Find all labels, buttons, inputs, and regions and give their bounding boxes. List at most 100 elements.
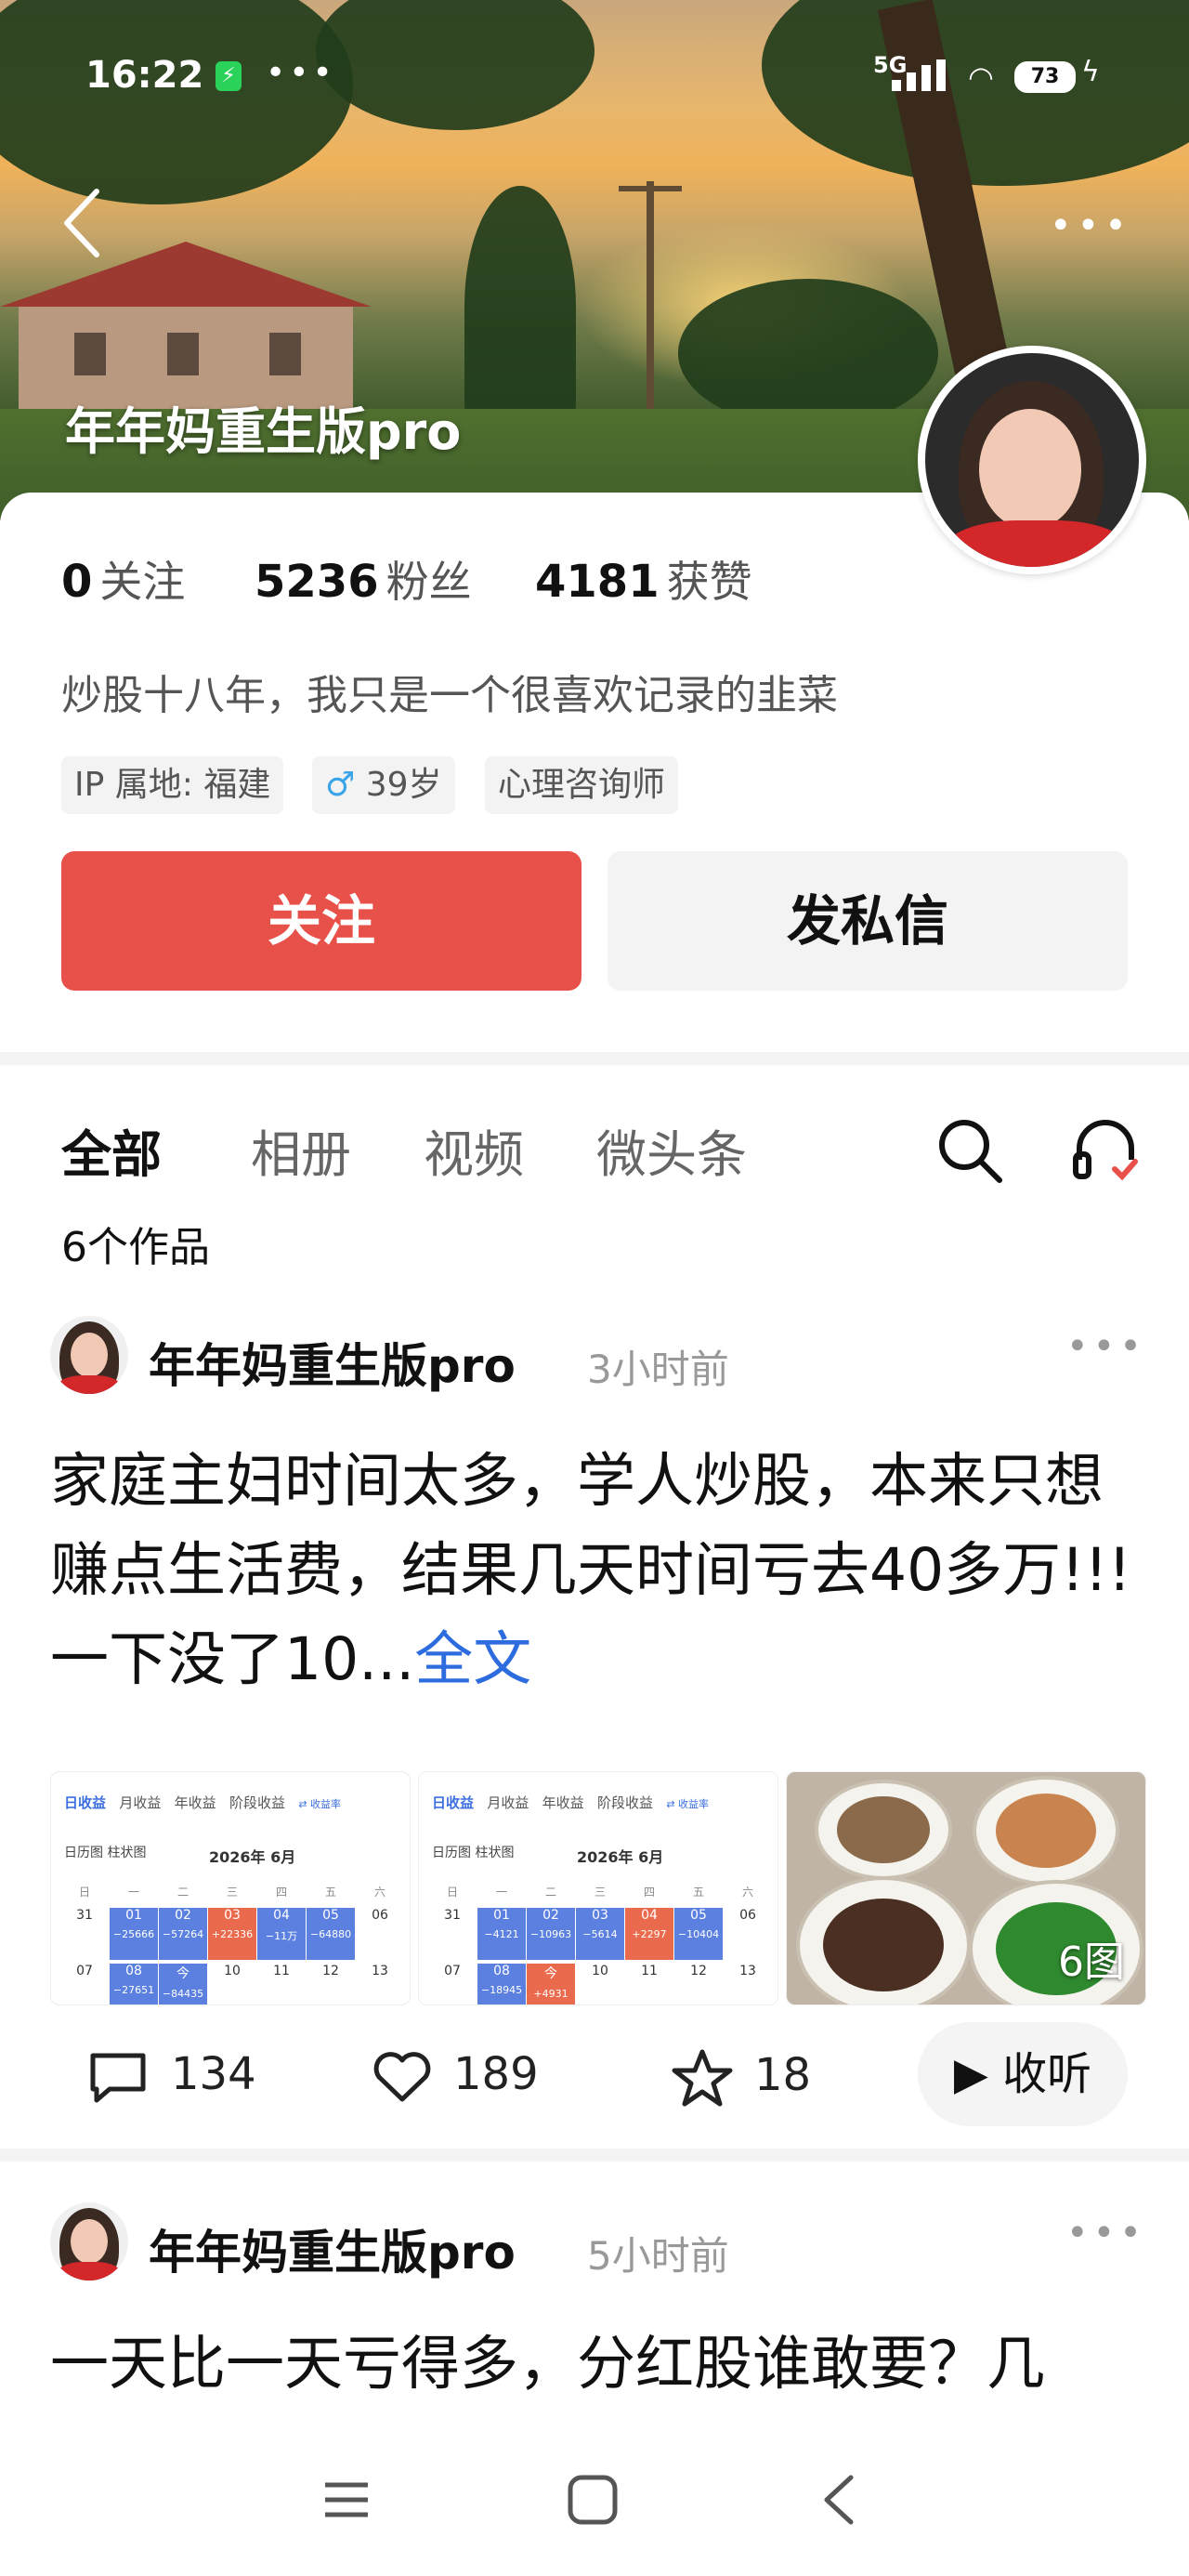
calendar-weekday: 五	[324, 1886, 336, 1899]
charging-icon: ⚡	[216, 61, 242, 91]
calendar-day: 05 −10404	[674, 1908, 723, 1960]
stat-fans[interactable]: 5236 粉丝	[255, 548, 472, 610]
status-time: 16:22	[85, 54, 204, 97]
calendar-day: 11	[641, 1964, 658, 1978]
calendar-day: 07	[76, 1964, 93, 1978]
calendar-day: 10	[592, 1964, 608, 1978]
calendar-day: 06	[372, 1908, 388, 1923]
food-plate	[973, 1776, 1119, 1886]
calendar-weekday: 五	[692, 1886, 704, 1899]
play-icon: ▶	[953, 2048, 988, 2100]
post-text[interactable]: 一天比一天亏得多，分红股谁敢要？几	[50, 2320, 1146, 2409]
status-bar: 16:22 ⚡ ••• 5G ◠ 73 ϟ	[0, 0, 1189, 149]
calendar-day: 03 +22336	[208, 1908, 256, 1960]
read-more-link[interactable]: 全文	[414, 1625, 531, 1693]
tab-video[interactable]: 视频	[424, 1113, 524, 1187]
food-plate	[815, 1780, 952, 1880]
calendar-weekday: 三	[226, 1886, 238, 1899]
day-pnl: −18945	[480, 1984, 523, 1996]
post-image-calendar-1[interactable]: 日收益 月收益 年收益 阶段收益 ⇄ 收益率 日历图 柱状图 2026年 6月 …	[50, 1771, 411, 2005]
calendar-weekday: 二	[176, 1886, 189, 1899]
post-author-name[interactable]: 年年妈重生版pro	[149, 1329, 516, 1396]
post-more-icon[interactable]: •••	[1066, 2212, 1146, 2254]
post-image-calendar-2[interactable]: 日收益 月收益 年收益 阶段收益 ⇄ 收益率 日历图 柱状图 2026年 6月 …	[418, 1771, 778, 2005]
tree-foliage	[464, 186, 576, 427]
profile-name-cover: 年年妈重生版pro	[65, 402, 462, 461]
stat-likes[interactable]: 4181 获赞	[535, 548, 752, 610]
back-arrow-icon[interactable]	[59, 186, 104, 260]
recent-apps-icon[interactable]	[321, 2472, 372, 2528]
image-count-badge: 6图	[1058, 1939, 1125, 1986]
post-body: 家庭主妇时间太多，学人炒股，本来只想赚点生活费，结果几天时间亏去40多万!!! …	[50, 1447, 1131, 1693]
post-time: 5小时前	[587, 2233, 729, 2279]
day-pnl: −10963	[529, 1928, 572, 1940]
calendar-weekday: 六	[373, 1886, 385, 1899]
tab-micro-headline[interactable]: 微头条	[596, 1113, 747, 1187]
calendar-weekday: 日	[446, 1886, 458, 1899]
wifi-icon: ◠	[968, 59, 994, 95]
calendar-day: 11	[273, 1964, 290, 1978]
signal-icon	[892, 59, 957, 91]
stat-following[interactable]: 0 关注	[61, 548, 185, 610]
calendar-tabs: 日收益 月收益 年收益 阶段收益 ⇄ 收益率	[432, 1794, 710, 1811]
listen-button[interactable]: ▶ 收听	[918, 2022, 1128, 2126]
day-pnl: −64880	[309, 1928, 352, 1940]
section-divider	[0, 1052, 1189, 1065]
favorite-button[interactable]: 18	[671, 2048, 811, 2108]
calendar-day: 12	[322, 1964, 339, 1978]
post-body: 一天比一天亏得多，分红股谁敢要？几	[50, 2330, 1045, 2398]
like-button[interactable]: 189	[372, 2048, 539, 2105]
calendar-day: 02 −10963	[527, 1908, 575, 1960]
headphones-icon[interactable]	[1068, 1111, 1143, 1186]
follow-button[interactable]: 关注	[61, 851, 581, 991]
post-image-food[interactable]: 6图	[786, 1771, 1146, 2005]
profile-avatar[interactable]	[918, 346, 1146, 574]
day-pnl: −25666	[112, 1928, 155, 1940]
day-pnl: −27651	[112, 1984, 155, 1996]
post-author-avatar[interactable]	[50, 1316, 128, 1394]
calendar-day: 01 −4121	[477, 1908, 526, 1960]
post-author-name[interactable]: 年年妈重生版pro	[149, 2215, 516, 2282]
day-pnl: −11万	[265, 1930, 298, 1942]
calendar-view-switch: 日历图 柱状图	[64, 1846, 147, 1860]
works-count: 6个作品	[61, 1224, 210, 1271]
age-tag: ♂ 39岁	[312, 756, 455, 814]
comment-icon	[90, 2053, 146, 2103]
calendar-day: 10	[224, 1964, 241, 1978]
listen-label: 收听	[1002, 2048, 1092, 2100]
profile-bio: 炒股十八年，我只是一个很喜欢记录的韭菜	[61, 672, 838, 719]
calendar-weekday: 四	[275, 1886, 287, 1899]
more-notifications-icon: •••	[266, 54, 336, 92]
calendar-day: 31	[444, 1908, 461, 1923]
nav-back-icon[interactable]	[817, 2472, 858, 2528]
stat-label: 获赞	[666, 557, 752, 607]
calendar-weekday: 一	[127, 1886, 139, 1899]
more-options-icon[interactable]: •••	[1050, 204, 1132, 247]
comment-button[interactable]: 134	[85, 2048, 256, 2106]
food-plate	[796, 1876, 971, 2004]
post-time: 3小时前	[587, 1347, 729, 1392]
calendar-day: 13	[739, 1964, 756, 1978]
stat-number: 0	[61, 556, 93, 608]
day-pnl: +2297	[632, 1928, 667, 1940]
post-author-avatar[interactable]	[50, 2202, 128, 2280]
post-more-icon[interactable]: •••	[1066, 1325, 1146, 1368]
favorite-count: 18	[754, 2049, 812, 2101]
tab-all[interactable]: 全部	[61, 1113, 162, 1187]
tree-foliage	[678, 279, 938, 427]
home-icon[interactable]	[565, 2472, 621, 2528]
post-header[interactable]: 年年妈重生版pro 5小时前 •••	[50, 2202, 1146, 2286]
like-count: 189	[453, 2048, 539, 2100]
calendar-weekday: 日	[78, 1886, 90, 1899]
post-text[interactable]: 家庭主妇时间太多，学人炒股，本来只想赚点生活费，结果几天时间亏去40多万!!! …	[50, 1437, 1146, 1704]
section-divider	[0, 2149, 1189, 2162]
calendar-day: 06	[739, 1908, 756, 1923]
tab-album[interactable]: 相册	[251, 1113, 351, 1187]
search-icon[interactable]	[933, 1113, 1007, 1188]
day-pnl: −4121	[484, 1928, 519, 1940]
comment-count: 134	[171, 2048, 256, 2100]
message-button[interactable]: 发私信	[608, 851, 1128, 991]
system-nav-bar	[0, 2435, 1189, 2576]
calendar-weekday: 二	[544, 1886, 556, 1899]
post-header[interactable]: 年年妈重生版pro 3小时前 •••	[50, 1316, 1146, 1400]
